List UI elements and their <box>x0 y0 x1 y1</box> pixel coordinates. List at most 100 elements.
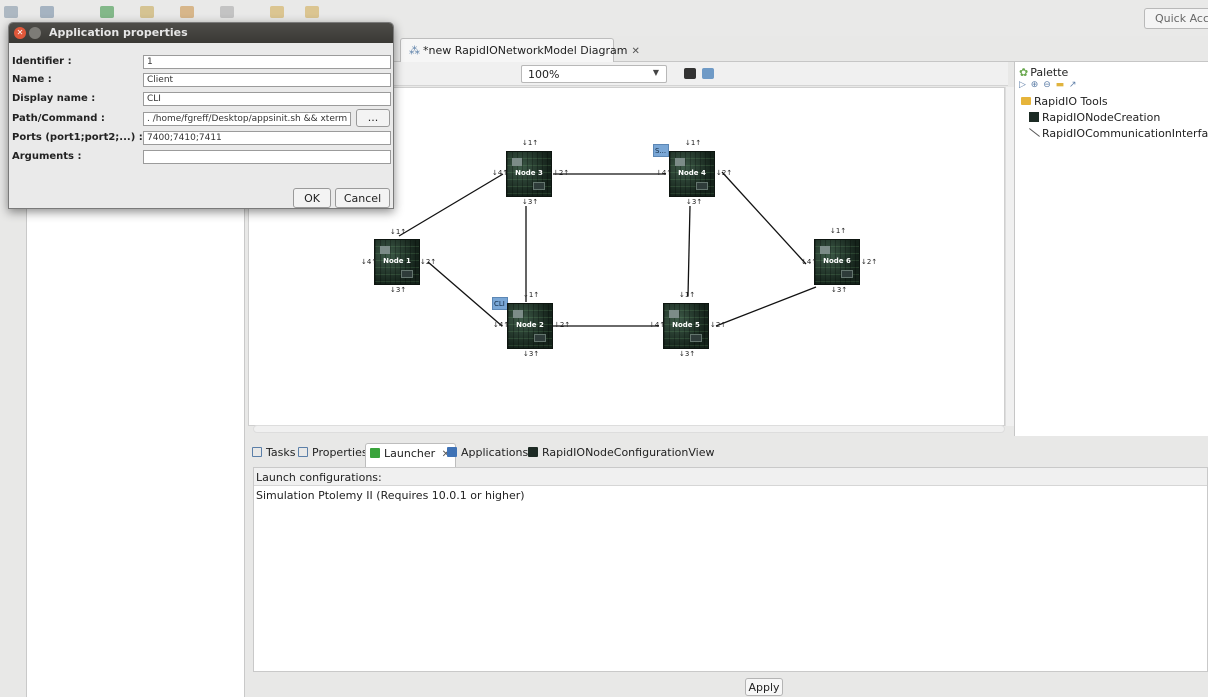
new-icon[interactable] <box>4 6 18 18</box>
port-label[interactable]: ↓4↑ <box>656 169 672 177</box>
tab-label: RapidIONodeConfigurationView <box>542 446 715 459</box>
node-5[interactable]: Node 5 <box>663 303 709 349</box>
port-label[interactable]: ↓2↑ <box>716 169 732 177</box>
port-label[interactable]: ↓1↑ <box>522 139 538 147</box>
canvas-vertical-scrollbar[interactable] <box>1005 87 1014 426</box>
port-label[interactable]: ↓3↑ <box>523 350 539 358</box>
app-badge[interactable]: CLI <box>492 297 508 310</box>
debug-icon[interactable] <box>100 6 114 18</box>
annotation-icon[interactable] <box>220 6 234 18</box>
palette-item-node-creation[interactable]: RapidIONodeCreation <box>1015 110 1208 126</box>
port-label[interactable]: ↓4↑ <box>361 258 377 266</box>
quick-access-field[interactable]: Quick Access <box>1144 8 1208 29</box>
note-tool-icon[interactable]: ▬ <box>1056 80 1066 90</box>
port-label[interactable]: ↓2↑ <box>553 169 569 177</box>
tab-diagram[interactable]: ⁂ *new RapidIONetworkModel Diagram ✕ <box>400 38 640 63</box>
tab-node-configuration[interactable]: RapidIONodeConfigurationView <box>528 446 714 459</box>
arguments-field[interactable] <box>143 150 391 164</box>
port-label[interactable]: ↓1↑ <box>523 291 539 299</box>
palette-group-label: RapidIO Tools <box>1034 95 1108 108</box>
zoom-in-tool-icon[interactable]: ⊕ <box>1031 80 1040 90</box>
port-label[interactable]: ↓3↑ <box>831 286 847 294</box>
palette-tools[interactable]: ▷ ⊕ ⊖ ▬ ↗ <box>1015 80 1208 94</box>
port-label[interactable]: ↓3↑ <box>679 350 695 358</box>
launcher-icon <box>370 448 380 458</box>
node-label: Node 1 <box>383 257 411 265</box>
port-label[interactable]: ↓4↑ <box>492 169 508 177</box>
launch-configuration-item[interactable]: Simulation Ptolemy II (Requires 10.0.1 o… <box>254 486 1207 502</box>
tab-launcher[interactable]: Launcher ✕ <box>365 443 457 467</box>
close-icon[interactable]: ✕ <box>631 46 639 57</box>
port-label[interactable]: ↓1↑ <box>685 139 701 147</box>
port-label[interactable]: ↓4↑ <box>649 321 665 329</box>
edit-icon[interactable] <box>180 6 194 18</box>
palette-item-communication-interface[interactable]: RapidIOCommunicationInterfaceId <box>1015 126 1208 142</box>
palette-item-label: RapidIOCommunicationInterfaceId <box>1042 127 1208 140</box>
identifier-field[interactable]: 1 <box>143 55 391 69</box>
path-command-label: Path/Command : <box>12 113 105 124</box>
port-label[interactable]: ↓2↑ <box>554 321 570 329</box>
canvas-horizontal-scrollbar[interactable] <box>253 425 1005 433</box>
port-label[interactable]: ↓1↑ <box>830 227 846 235</box>
select-tool-icon[interactable]: ▷ <box>1019 80 1027 90</box>
close-icon[interactable]: ✕ <box>14 27 26 39</box>
browse-button[interactable]: ... <box>356 109 390 127</box>
tab-properties[interactable]: Properties <box>298 446 368 459</box>
tab-label: Launcher <box>384 447 436 460</box>
export-image-icon[interactable] <box>684 68 696 79</box>
palette-group-rapidio-tools[interactable]: RapidIO Tools <box>1015 94 1208 110</box>
port-label[interactable]: ↓1↑ <box>390 228 406 236</box>
node-4[interactable]: Node 4 <box>669 151 715 197</box>
port-label[interactable]: ↓3↑ <box>390 286 406 294</box>
name-field[interactable]: Client <box>143 73 391 87</box>
dialog-titlebar[interactable]: Application properties <box>9 23 393 43</box>
port-label[interactable]: ↓4↑ <box>493 321 509 329</box>
node-label: Node 4 <box>678 169 706 177</box>
node-2[interactable]: Node 2 <box>507 303 553 349</box>
node-1[interactable]: Node 1 <box>374 239 420 285</box>
connection-node4-node5 <box>687 205 691 297</box>
name-label: Name : <box>12 74 52 85</box>
port-label[interactable]: ↓1↑ <box>679 291 695 299</box>
path-command-field[interactable]: . /home/fgreff/Desktop/appsinit.sh && xt… <box>143 112 351 126</box>
zoom-out-tool-icon[interactable]: ⊖ <box>1043 80 1052 90</box>
port-label[interactable]: ↓3↑ <box>522 198 538 206</box>
node-3[interactable]: Node 3 <box>506 151 552 197</box>
zoom-select[interactable]: 100% ▼ <box>521 65 667 83</box>
diagram-icon: ⁂ <box>409 44 420 57</box>
cancel-button[interactable]: Cancel <box>335 188 390 208</box>
port-label[interactable]: ↓3↑ <box>686 198 702 206</box>
tab-tasks[interactable]: Tasks <box>252 446 295 459</box>
grid-icon[interactable] <box>702 68 714 79</box>
port-label[interactable]: ↓4↑ <box>801 258 817 266</box>
display-name-field[interactable]: CLI <box>143 92 391 106</box>
port-label[interactable]: ↓2↑ <box>710 321 726 329</box>
tasks-icon <box>252 447 262 457</box>
ok-button[interactable]: OK <box>293 188 331 208</box>
search-icon[interactable] <box>140 6 154 18</box>
apply-button[interactable]: Apply <box>745 678 783 696</box>
node-label: Node 5 <box>672 321 700 329</box>
minimize-icon[interactable] <box>29 27 41 39</box>
forward-icon[interactable] <box>305 6 319 18</box>
node-6[interactable]: Node 6 <box>814 239 860 285</box>
back-icon[interactable] <box>270 6 284 18</box>
app-badge[interactable]: S... <box>653 144 669 157</box>
palette-panel: ✿ Palette ▷ ⊕ ⊖ ▬ ↗ RapidIO Tools RapidIO… <box>1014 62 1208 436</box>
ports-field[interactable]: 7400;7410;7411 <box>143 131 391 145</box>
tab-label: Properties <box>312 446 368 459</box>
tab-label: Tasks <box>266 446 296 459</box>
node-label: Node 3 <box>515 169 543 177</box>
connection-node4-node6 <box>721 171 807 265</box>
port-label[interactable]: ↓2↑ <box>420 258 436 266</box>
zoom-value: 100% <box>528 68 560 81</box>
palette-header[interactable]: ✿ Palette <box>1015 62 1208 80</box>
connection-line-icon <box>1029 128 1039 138</box>
node-tool-icon <box>1029 112 1039 122</box>
connection-tool-icon[interactable]: ↗ <box>1069 80 1078 90</box>
ports-label: Ports (port1;port2;...) : <box>12 132 143 143</box>
port-label[interactable]: ↓2↑ <box>861 258 877 266</box>
tab-applications[interactable]: Applications <box>447 446 528 459</box>
apply-bar: Apply <box>253 672 1208 697</box>
save-icon[interactable] <box>40 6 54 18</box>
